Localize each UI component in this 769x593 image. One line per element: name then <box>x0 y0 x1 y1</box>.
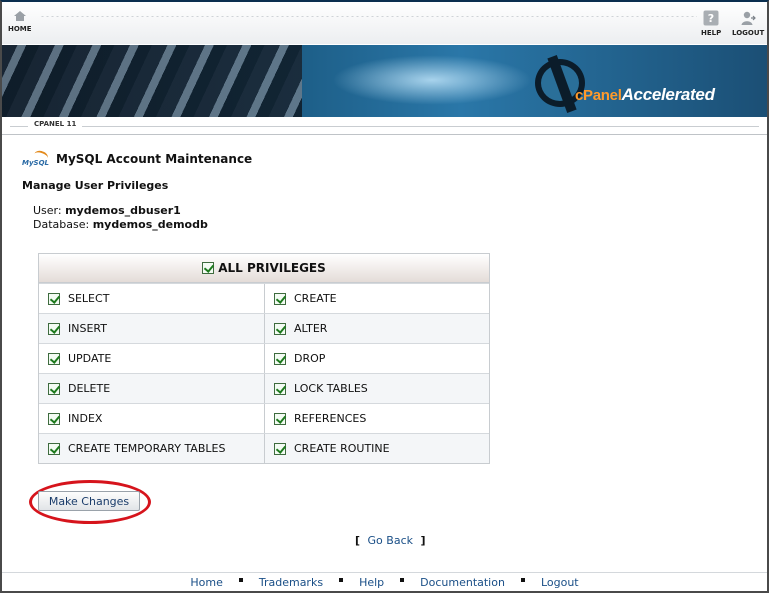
footer-link-trademarks[interactable]: Trademarks <box>259 576 323 589</box>
logout-icon <box>741 11 757 25</box>
user-value: mydemos_dbuser1 <box>65 204 181 217</box>
breadcrumb[interactable]: CPANEL 11 <box>28 120 83 128</box>
privilege-create-label: CREATE <box>294 292 337 305</box>
privilege-select-label: SELECT <box>68 292 110 305</box>
privilege-row: INDEX REFERENCES <box>39 403 489 433</box>
user-line: User: mydemos_dbuser1 <box>33 204 208 218</box>
footer-link-home[interactable]: Home <box>190 576 222 589</box>
home-nav-button[interactable]: HOME <box>8 10 32 33</box>
privilege-index-checkbox[interactable] <box>48 412 60 425</box>
svg-text:?: ? <box>708 12 714 25</box>
privilege-create-temporary-tables-label: CREATE TEMPORARY TABLES <box>68 442 226 455</box>
go-back-open-bracket: [ <box>355 534 361 547</box>
privilege-row: UPDATE DROP <box>39 343 489 373</box>
help-nav-button[interactable]: ? HELP <box>701 10 721 37</box>
make-changes-button[interactable]: Make Changes <box>38 491 140 511</box>
privilege-row: INSERT ALTER <box>39 313 489 343</box>
banner-glow <box>332 55 532 105</box>
privilege-delete: DELETE <box>39 374 264 403</box>
privilege-drop-checkbox[interactable] <box>274 352 286 365</box>
privilege-update-label: UPDATE <box>68 352 112 365</box>
section-heading: Manage User Privileges <box>22 179 169 192</box>
cpanel-banner: cPanelAccelerated <box>2 45 767 117</box>
privilege-update: UPDATE <box>39 344 264 373</box>
privilege-select-checkbox[interactable] <box>48 292 60 305</box>
privilege-delete-checkbox[interactable] <box>48 382 60 395</box>
privilege-create-routine-checkbox[interactable] <box>274 442 286 455</box>
privilege-references-label: REFERENCES <box>294 412 367 425</box>
privilege-alter: ALTER <box>264 314 489 343</box>
privilege-insert-checkbox[interactable] <box>48 322 60 335</box>
privilege-insert: INSERT <box>39 314 264 343</box>
privilege-row: DELETE LOCK TABLES <box>39 373 489 403</box>
go-back-link[interactable]: Go Back <box>368 534 413 547</box>
page-title-row: MySQL MySQL Account Maintenance <box>22 149 253 167</box>
server-rack-graphic <box>2 45 302 117</box>
go-back-row: [ Go Back ] <box>355 534 426 547</box>
privilege-index: INDEX <box>39 404 264 433</box>
privilege-drop-label: DROP <box>294 352 326 365</box>
user-label: User: <box>33 204 62 217</box>
privilege-lock-tables: LOCK TABLES <box>264 374 489 403</box>
logout-nav-label: LOGOUT <box>732 29 765 37</box>
privilege-index-label: INDEX <box>68 412 103 425</box>
privilege-references: REFERENCES <box>264 404 489 433</box>
privilege-select: SELECT <box>39 284 264 313</box>
footer-separator <box>520 578 525 582</box>
privilege-row: CREATE TEMPORARY TABLES CREATE ROUTINE <box>39 433 489 463</box>
database-label: Database: <box>33 218 90 231</box>
privilege-create: CREATE <box>264 284 489 313</box>
brand-cpanel-text: cPanel <box>575 87 622 104</box>
privilege-insert-label: INSERT <box>68 322 107 335</box>
home-icon <box>13 11 26 21</box>
privilege-create-temporary-tables: CREATE TEMPORARY TABLES <box>39 434 264 463</box>
account-info: User: mydemos_dbuser1 Database: mydemos_… <box>33 204 208 232</box>
privileges-table: ALL PRIVILEGES SELECT CREATE INSERT ALTER UP… <box>38 253 490 464</box>
footer-separator <box>339 578 344 582</box>
breadcrumb-bar: CPANEL 11 <box>2 117 767 135</box>
all-privileges-header: ALL PRIVILEGES <box>39 254 489 283</box>
privilege-alter-checkbox[interactable] <box>274 322 286 335</box>
privilege-create-routine: CREATE ROUTINE <box>264 434 489 463</box>
home-nav-label: HOME <box>8 25 32 33</box>
privilege-update-checkbox[interactable] <box>48 352 60 365</box>
help-icon: ? <box>703 10 719 26</box>
privilege-alter-label: ALTER <box>294 322 328 335</box>
footer-link-logout[interactable]: Logout <box>541 576 579 589</box>
mysql-logo-icon: MySQL <box>22 149 50 167</box>
privilege-lock-tables-checkbox[interactable] <box>274 382 286 395</box>
privilege-row: SELECT CREATE <box>39 283 489 313</box>
footer-link-documentation[interactable]: Documentation <box>420 576 505 589</box>
cpanel-accelerated-logo: cPanelAccelerated <box>575 85 715 105</box>
top-navigation-bar: HOME ? HELP LOGOUT <box>2 2 767 44</box>
database-line: Database: mydemos_demodb <box>33 218 208 232</box>
footer-separator <box>238 578 243 582</box>
privilege-lock-tables-label: LOCK TABLES <box>294 382 368 395</box>
footer-link-help[interactable]: Help <box>359 576 384 589</box>
database-value: mydemos_demodb <box>92 218 208 231</box>
page-title: MySQL Account Maintenance <box>56 152 253 166</box>
main-content: MySQL MySQL Account Maintenance Manage U… <box>2 136 767 572</box>
breadcrumb-line <box>10 126 759 127</box>
privilege-references-checkbox[interactable] <box>274 412 286 425</box>
footer: Home Trademarks Help Documentation Logou… <box>2 572 767 591</box>
go-back-close-bracket: ] <box>420 534 426 547</box>
privilege-drop: DROP <box>264 344 489 373</box>
help-nav-label: HELP <box>701 29 722 37</box>
all-privileges-checkbox[interactable] <box>202 262 215 274</box>
privilege-create-temporary-tables-checkbox[interactable] <box>48 442 60 455</box>
all-privileges-label: ALL PRIVILEGES <box>218 261 326 275</box>
brand-accelerated-text: Accelerated <box>621 85 715 104</box>
logout-nav-button[interactable]: LOGOUT <box>732 10 764 37</box>
privilege-create-checkbox[interactable] <box>274 292 286 305</box>
privilege-create-routine-label: CREATE ROUTINE <box>294 442 390 455</box>
footer-separator <box>400 578 405 582</box>
privilege-delete-label: DELETE <box>68 382 111 395</box>
dotted-divider <box>40 15 697 18</box>
